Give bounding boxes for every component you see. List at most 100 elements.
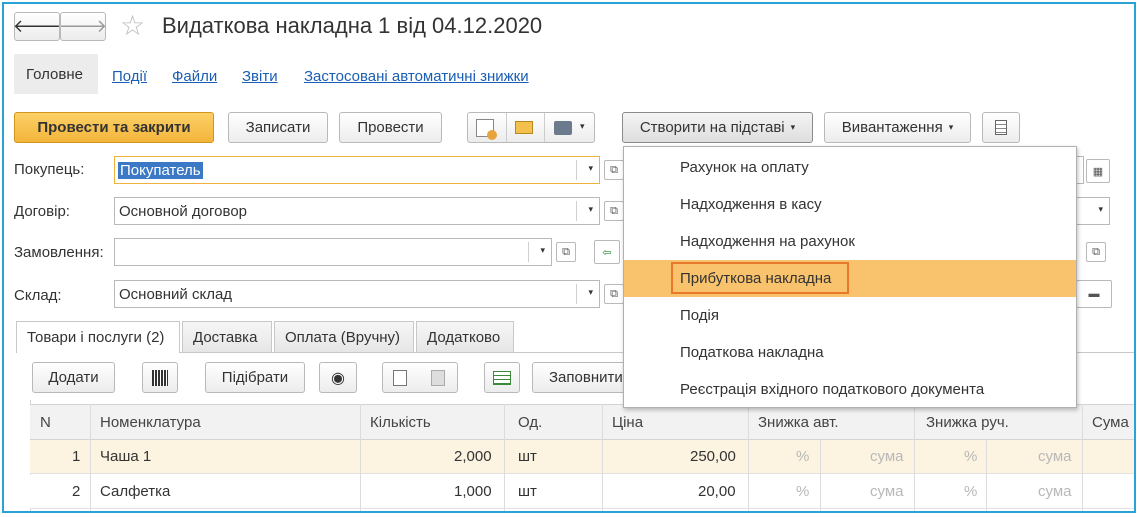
cell-item: Салфетка — [100, 483, 171, 500]
copy-paste-group — [382, 362, 458, 393]
price-type-icon[interactable]: ▬ — [1076, 280, 1112, 308]
nav-link-files[interactable]: Файли — [172, 68, 217, 85]
create-based-on-menu: Рахунок на оплату Надходження в касу Над… — [623, 146, 1077, 408]
icon-button-group: ▾ — [467, 112, 595, 143]
barcode-icon — [152, 369, 168, 386]
barcode-button[interactable] — [142, 362, 178, 393]
open-order-icon[interactable]: ⧉ — [556, 242, 576, 262]
page-title: Видаткова накладна 1 від 04.12.2020 — [162, 13, 543, 38]
column-header-unit[interactable]: Од. — [518, 414, 542, 431]
calendar-icon[interactable]: ▦ — [1086, 159, 1110, 183]
document-structure-icon[interactable] — [476, 119, 497, 140]
cell-auto-sum: сума — [870, 448, 904, 465]
menu-item-invoice[interactable]: Рахунок на оплату — [624, 149, 1076, 186]
buyer-field[interactable]: Покупатель ▾ — [114, 156, 600, 184]
column-divider — [820, 440, 821, 511]
select-items-button[interactable]: Підібрати — [205, 362, 305, 393]
fill-button[interactable]: Заповнити — [532, 362, 632, 393]
column-header-sum[interactable]: Сума — [1092, 414, 1129, 431]
paste-icon[interactable] — [431, 370, 445, 386]
open-buyer-icon[interactable]: ⧉ — [604, 160, 624, 180]
export-button[interactable]: Вивантаження ▾ — [824, 112, 971, 143]
warehouse-field[interactable]: Основний склад ▾ — [114, 280, 600, 308]
chevron-down-icon: ▾ — [948, 122, 954, 132]
cell-n: 2 — [72, 483, 81, 500]
tab-delivery[interactable]: Доставка — [182, 321, 272, 352]
menu-item-tax-registration[interactable]: Реєстрація вхідного податкового документ… — [624, 371, 1076, 408]
forward-button[interactable]: 🡒 — [58, 12, 108, 41]
fill-table-icon-button[interactable] — [484, 362, 520, 393]
contract-label: Договір: — [14, 203, 70, 220]
cell-man-sum: сума — [1038, 483, 1072, 500]
menu-item-tax-invoice[interactable]: Податкова накладна — [624, 334, 1076, 371]
column-divider — [1082, 404, 1083, 511]
chevron-down-icon[interactable]: ▾ — [580, 121, 585, 132]
post-button[interactable]: Провести — [339, 112, 442, 143]
table-header: N Номенклатура Кількість Од. Ціна Знижка… — [30, 404, 1134, 440]
order-field[interactable]: ▾ — [114, 238, 552, 266]
chevron-down-icon[interactable]: ▾ — [588, 204, 593, 215]
column-header-qty[interactable]: Кількість — [370, 414, 431, 431]
chevron-down-icon: ▾ — [790, 122, 796, 132]
show-hide-button[interactable]: ◉ — [319, 362, 357, 393]
chevron-down-icon[interactable]: ▾ — [588, 163, 593, 174]
document-window: 🡐 🡒 ☆ Видаткова накладна 1 від 04.12.202… — [2, 2, 1136, 513]
table-row[interactable]: 1 Чаша 1 2,000 шт 250,00 % сума % сума — [30, 440, 1134, 474]
cell-price: 20,00 — [698, 483, 736, 500]
printer-icon[interactable] — [554, 121, 572, 135]
cell-auto-pct: % — [796, 448, 810, 465]
column-header-auto-discount[interactable]: Знижка авт. — [758, 414, 839, 431]
column-divider — [90, 404, 91, 511]
create-based-on-button[interactable]: Створити на підставі ▾ — [622, 112, 813, 143]
contract-field[interactable]: Основной договор ▾ — [114, 197, 600, 225]
menu-item-goods-receipt[interactable]: Прибуткова накладна — [624, 260, 1076, 297]
save-button[interactable]: Записати — [228, 112, 328, 143]
nav-link-events[interactable]: Події — [112, 68, 147, 85]
tab-additional[interactable]: Додатково — [416, 321, 514, 352]
post-and-close-button[interactable]: Провести та закрити — [14, 112, 214, 143]
back-button[interactable]: 🡐 — [12, 12, 62, 41]
eye-icon: ◉ — [331, 369, 345, 387]
tab-payment[interactable]: Оплата (Вручну) — [274, 321, 414, 352]
open-contract-icon[interactable]: ⧉ — [604, 201, 624, 221]
table-fill-icon — [493, 370, 511, 385]
nav-main[interactable]: Головне — [14, 54, 98, 94]
column-header-n[interactable]: N — [40, 414, 51, 431]
cell-qty: 1,000 — [454, 483, 492, 500]
chevron-down-icon[interactable]: ▾ — [540, 245, 545, 256]
chevron-down-icon[interactable]: ▾ — [1098, 204, 1103, 215]
add-row-button[interactable]: Додати — [32, 362, 115, 393]
column-divider — [602, 404, 603, 511]
arrow-left-icon: 🡐 — [12, 16, 62, 36]
fill-from-order-icon[interactable]: ⇦ — [594, 240, 620, 264]
nav-link-discounts[interactable]: Застосовані автоматичні знижки — [304, 68, 529, 85]
cell-unit: шт — [518, 483, 537, 500]
column-header-item[interactable]: Номенклатура — [100, 414, 201, 431]
menu-item-bank-receipt[interactable]: Надходження на рахунок — [624, 223, 1076, 260]
cell-n: 1 — [72, 448, 81, 465]
cell-man-pct: % — [964, 483, 978, 500]
cell-item: Чаша 1 — [100, 448, 152, 465]
column-divider — [748, 404, 749, 511]
cell-qty: 2,000 — [454, 448, 492, 465]
order-label: Замовлення: — [14, 244, 104, 261]
open-organization-icon[interactable]: ⧉ — [1086, 242, 1106, 262]
open-warehouse-icon[interactable]: ⧉ — [604, 284, 624, 304]
table-row[interactable]: 2 Салфетка 1,000 шт 20,00 % сума % сума — [30, 475, 1134, 509]
chevron-down-icon[interactable]: ▾ — [588, 287, 593, 298]
column-header-manual-discount[interactable]: Знижка руч. — [926, 414, 1009, 431]
menu-item-event[interactable]: Подія — [624, 297, 1076, 334]
copy-icon[interactable] — [393, 370, 407, 386]
favorite-star-icon[interactable]: ☆ — [120, 9, 145, 42]
nav-link-reports[interactable]: Звіти — [242, 68, 278, 85]
column-divider — [504, 404, 505, 511]
tab-goods[interactable]: Товари і послуги (2) — [16, 321, 180, 353]
column-divider — [986, 440, 987, 511]
arrow-right-icon: 🡒 — [58, 16, 108, 36]
cell-price: 250,00 — [690, 448, 736, 465]
warehouse-label: Склад: — [14, 287, 62, 304]
envelope-icon[interactable] — [515, 121, 533, 134]
menu-item-cash-receipt[interactable]: Надходження в касу — [624, 186, 1076, 223]
report-button[interactable] — [982, 112, 1020, 143]
column-header-price[interactable]: Ціна — [612, 414, 643, 431]
